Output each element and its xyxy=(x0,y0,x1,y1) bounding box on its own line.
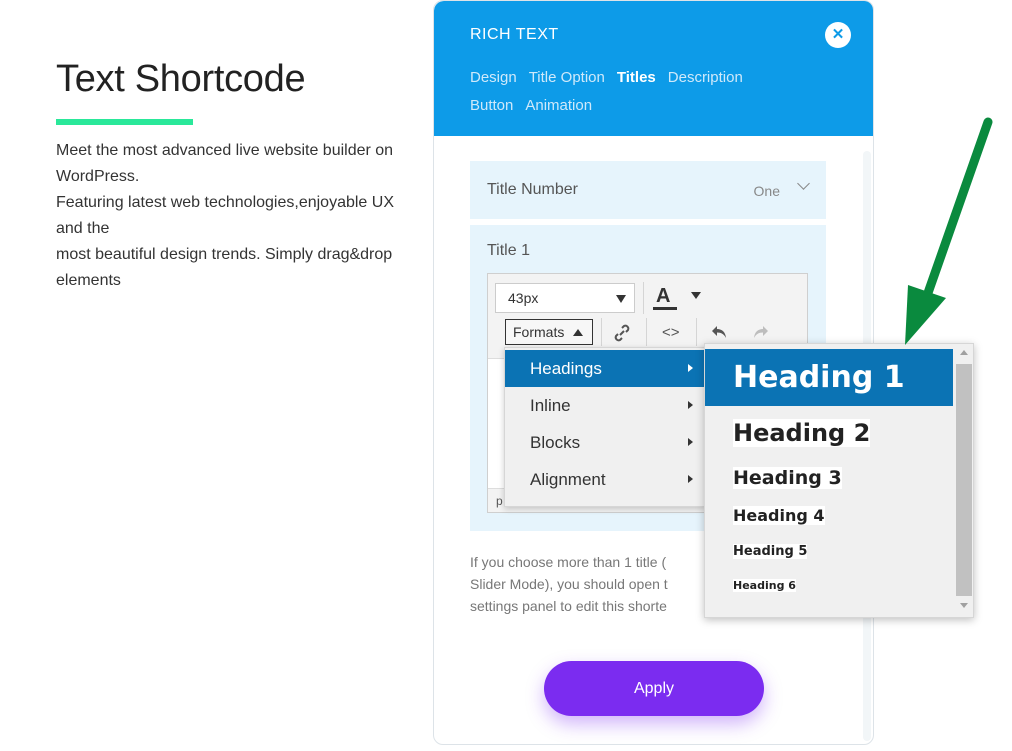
submenu-arrow-icon xyxy=(688,438,693,446)
chevron-down-icon xyxy=(691,292,701,299)
submenu-scrollbar[interactable] xyxy=(955,344,973,617)
menu-item-label: Inline xyxy=(530,396,571,415)
menu-item-label: Alignment xyxy=(530,470,606,489)
tab-description[interactable]: Description xyxy=(668,64,743,92)
heading-3-option[interactable]: Heading 3 xyxy=(705,460,953,496)
panel-header: RICH TEXT ✕ Design Title Option Titles Desc… xyxy=(434,1,873,136)
toolbar-separator xyxy=(601,318,602,346)
caret-up-icon xyxy=(573,329,583,336)
heading-2-option[interactable]: Heading 2 xyxy=(705,410,953,456)
text-color-swatch xyxy=(653,307,677,310)
title-number-value[interactable]: One xyxy=(754,183,780,199)
formats-menu: Headings Inline Blocks Alignment xyxy=(504,347,706,507)
heading-label: Heading 2 xyxy=(733,419,871,447)
submenu-arrow-icon xyxy=(688,401,693,409)
description-line: and the xyxy=(56,220,110,237)
heading-6-option[interactable]: Heading 6 xyxy=(705,575,953,597)
menu-item-label: Headings xyxy=(530,359,602,378)
toolbar-separator xyxy=(643,282,644,314)
chevron-down-icon xyxy=(797,177,810,190)
annotation-arrow-icon xyxy=(905,117,993,345)
menu-item-inline[interactable]: Inline xyxy=(505,387,705,424)
menu-item-alignment[interactable]: Alignment xyxy=(505,461,705,498)
headings-submenu: Heading 1 Heading 2 Heading 3 Heading 4 … xyxy=(704,343,974,618)
close-icon: ✕ xyxy=(831,26,845,43)
description-line: Meet the most advanced live website buil… xyxy=(56,142,394,159)
close-button[interactable]: ✕ xyxy=(825,22,851,48)
element-path: p xyxy=(496,494,503,508)
dropdown-caret-icon xyxy=(616,295,626,303)
description-line: Featuring latest web technologies,enjoya… xyxy=(56,194,394,211)
font-size-value: 43px xyxy=(508,290,539,306)
description-line: WordPress. xyxy=(56,168,140,185)
page-description: Meet the most advanced live website buil… xyxy=(56,138,436,294)
tab-titles[interactable]: Titles xyxy=(617,64,656,92)
heading-label: Heading 4 xyxy=(733,506,825,525)
formats-label: Formats xyxy=(513,324,565,340)
text-color-icon: A xyxy=(656,285,671,307)
heading-label: Heading 3 xyxy=(733,467,842,489)
description-line: elements xyxy=(56,272,121,289)
panel-tabs: Design Title Option Titles Description Butt… xyxy=(470,64,850,120)
tab-animation[interactable]: Animation xyxy=(525,92,592,120)
heading-1-option[interactable]: Heading 1 xyxy=(705,349,953,406)
tab-title-option[interactable]: Title Option xyxy=(529,64,605,92)
toolbar-separator xyxy=(646,318,647,346)
title-number-field[interactable]: Title Number One xyxy=(470,161,826,219)
apply-button[interactable]: Apply xyxy=(544,661,764,716)
toolbar-separator xyxy=(696,318,697,346)
heading-label: Heading 6 xyxy=(733,579,796,592)
menu-item-headings[interactable]: Headings xyxy=(505,350,705,387)
submenu-arrow-icon xyxy=(688,475,693,483)
panel-title: RICH TEXT xyxy=(470,26,559,43)
submenu-arrow-icon xyxy=(688,364,693,372)
page-title: Text Shortcode xyxy=(56,58,306,100)
title-number-label: Title Number xyxy=(487,181,578,198)
title-underline xyxy=(56,119,193,125)
heading-4-option[interactable]: Heading 4 xyxy=(705,501,953,531)
scroll-down-icon[interactable] xyxy=(960,603,968,608)
description-line: most beautiful design trends. Simply dra… xyxy=(56,246,393,263)
tab-design[interactable]: Design xyxy=(470,64,517,92)
heading-label: Heading 5 xyxy=(733,544,808,559)
heading-5-option[interactable]: Heading 5 xyxy=(705,539,953,565)
code-icon[interactable]: <> xyxy=(662,324,680,341)
title1-label: Title 1 xyxy=(487,242,530,259)
font-size-select[interactable]: 43px xyxy=(495,283,635,313)
menu-item-label: Blocks xyxy=(530,433,581,452)
formats-button[interactable]: Formats xyxy=(505,319,593,345)
scrollbar-thumb[interactable] xyxy=(956,364,972,596)
tab-button[interactable]: Button xyxy=(470,92,513,120)
link-icon[interactable] xyxy=(611,322,633,349)
menu-item-blocks[interactable]: Blocks xyxy=(505,424,705,461)
heading-label: Heading 1 xyxy=(733,360,905,395)
